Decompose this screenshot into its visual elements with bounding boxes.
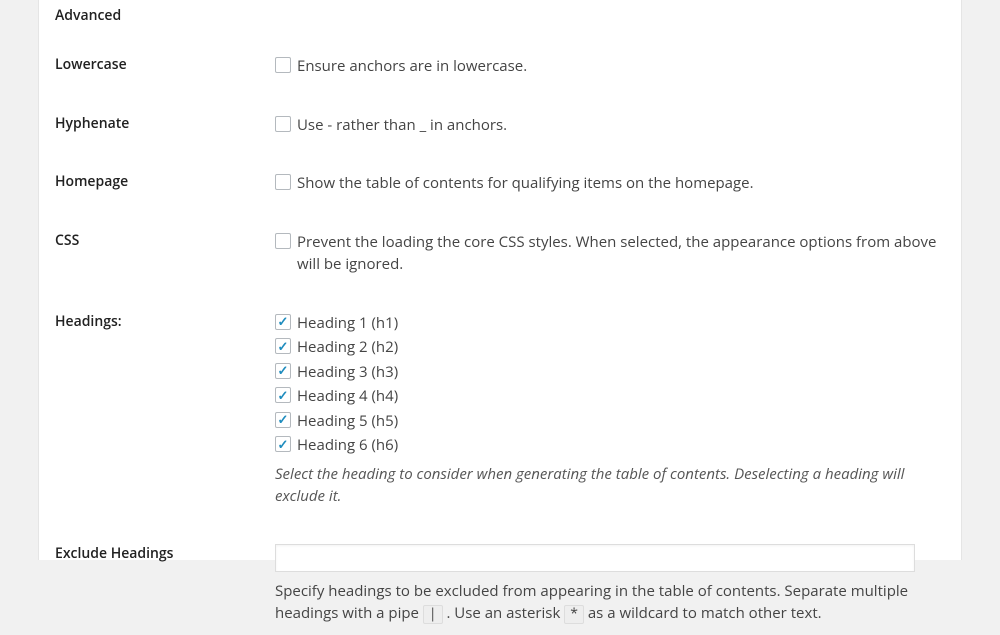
checkbox-text-lowercase: Ensure anchors are in lowercase. xyxy=(297,55,527,78)
row-lowercase: Lowercase Ensure anchors are in lowercas… xyxy=(55,47,945,106)
checkbox-lowercase[interactable] xyxy=(275,57,291,73)
helper-headings: Select the heading to consider when gene… xyxy=(275,463,945,508)
row-exclude-headings: Exclude Headings Specify headings to be … xyxy=(55,536,945,635)
asterisk-chip: * xyxy=(564,605,584,624)
checkbox-line-hyphenate[interactable]: Use - rather than _ in anchors. xyxy=(275,114,945,137)
checkbox-text-h1: Heading 1 (h1) xyxy=(297,312,398,335)
checkbox-line-h3[interactable]: Heading 3 (h3) xyxy=(275,361,945,384)
checkbox-text-homepage: Show the table of contents for qualifyin… xyxy=(297,172,754,195)
pipe-chip: | xyxy=(423,605,443,624)
row-homepage: Homepage Show the table of contents for … xyxy=(55,164,945,223)
checkbox-line-css[interactable]: Prevent the loading the core CSS styles.… xyxy=(275,231,945,276)
label-hyphenate: Hyphenate xyxy=(55,114,275,133)
checkbox-hyphenate[interactable] xyxy=(275,116,291,132)
checkbox-homepage[interactable] xyxy=(275,174,291,190)
exclude-desc-mid: . Use an asterisk xyxy=(443,603,565,623)
input-exclude-headings[interactable] xyxy=(275,544,915,572)
checkbox-line-homepage[interactable]: Show the table of contents for qualifyin… xyxy=(275,172,945,195)
label-css: CSS xyxy=(55,231,275,250)
row-hyphenate: Hyphenate Use - rather than _ in anchors… xyxy=(55,106,945,165)
row-css: CSS Prevent the loading the core CSS sty… xyxy=(55,223,945,304)
checkbox-h2[interactable] xyxy=(275,338,291,354)
checkbox-text-css: Prevent the loading the core CSS styles.… xyxy=(297,231,945,276)
checkbox-text-h6: Heading 6 (h6) xyxy=(297,434,398,457)
checkbox-text-h3: Heading 3 (h3) xyxy=(297,361,398,384)
label-headings: Headings: xyxy=(55,312,275,331)
checkbox-h5[interactable] xyxy=(275,412,291,428)
row-headings: Headings: Heading 1 (h1) Heading 2 (h2) … xyxy=(55,304,945,536)
checkbox-line-h6[interactable]: Heading 6 (h6) xyxy=(275,434,945,457)
checkbox-text-h5: Heading 5 (h5) xyxy=(297,410,398,433)
checkbox-line-h4[interactable]: Heading 4 (h4) xyxy=(275,385,945,408)
section-title: Advanced xyxy=(55,0,945,47)
checkbox-text-hyphenate: Use - rather than _ in anchors. xyxy=(297,114,507,137)
checkbox-text-h2: Heading 2 (h2) xyxy=(297,336,398,359)
checkbox-text-h4: Heading 4 (h4) xyxy=(297,385,398,408)
checkbox-h4[interactable] xyxy=(275,387,291,403)
checkbox-css[interactable] xyxy=(275,233,291,249)
heading-checkbox-list: Heading 1 (h1) Heading 2 (h2) Heading 3 … xyxy=(275,312,945,457)
checkbox-h3[interactable] xyxy=(275,363,291,379)
checkbox-line-h5[interactable]: Heading 5 (h5) xyxy=(275,410,945,433)
checkbox-line-lowercase[interactable]: Ensure anchors are in lowercase. xyxy=(275,55,945,78)
checkbox-h6[interactable] xyxy=(275,436,291,452)
checkbox-h1[interactable] xyxy=(275,314,291,330)
label-lowercase: Lowercase xyxy=(55,55,275,74)
advanced-settings-panel: Advanced Lowercase Ensure anchors are in… xyxy=(38,0,962,560)
checkbox-line-h2[interactable]: Heading 2 (h2) xyxy=(275,336,945,359)
checkbox-line-h1[interactable]: Heading 1 (h1) xyxy=(275,312,945,335)
label-homepage: Homepage xyxy=(55,172,275,191)
description-exclude-headings: Specify headings to be excluded from app… xyxy=(275,580,945,625)
exclude-desc-post: as a wildcard to match other text. xyxy=(584,603,822,623)
